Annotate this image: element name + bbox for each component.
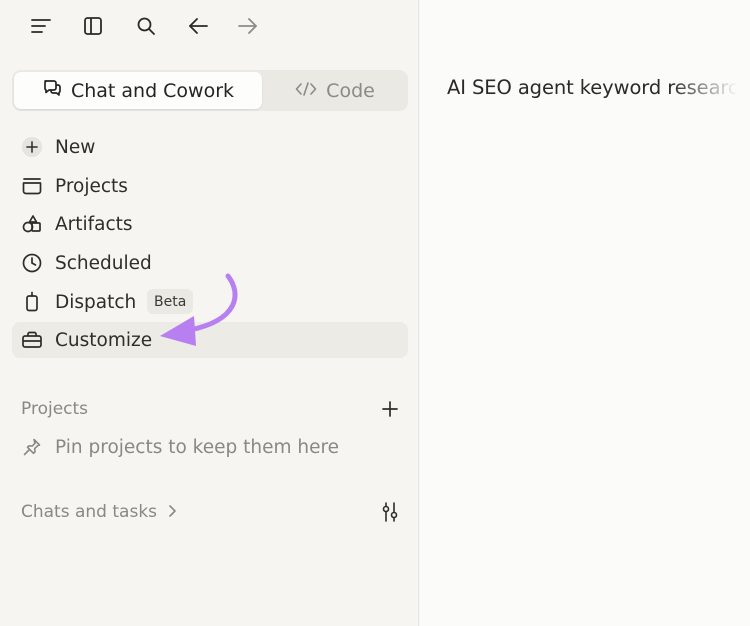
sidebar-item-dispatch[interactable]: Dispatch Beta (12, 284, 408, 320)
sidebar-item-label: Customize (55, 330, 153, 351)
code-icon (295, 80, 317, 102)
projects-empty-hint: Pin projects to keep them here (12, 429, 408, 465)
arrow-right-icon[interactable] (233, 11, 263, 41)
chevron-right-icon (167, 503, 177, 522)
chats-heading: Chats and tasks (21, 502, 158, 522)
tab-label: Code (326, 79, 375, 102)
title-fade (670, 60, 750, 120)
sidebar: Chat and Cowork Code New Projects Artifa… (0, 0, 419, 626)
briefcase-icon (21, 329, 43, 351)
chat-bubbles-icon (42, 78, 62, 103)
search-icon[interactable] (131, 11, 161, 41)
add-project-icon[interactable] (376, 395, 404, 423)
plus-circle-icon (21, 136, 43, 158)
device-icon (21, 291, 43, 313)
filter-sliders-icon[interactable] (376, 498, 404, 526)
mode-switch: Chat and Cowork Code (12, 70, 408, 111)
artifacts-icon (21, 213, 43, 235)
tab-label: Chat and Cowork (70, 79, 235, 102)
folder-icon (21, 175, 43, 197)
sidebar-item-label: Projects (55, 176, 128, 197)
sidebar-item-artifacts[interactable]: Artifacts (12, 206, 408, 242)
pin-icon (21, 436, 43, 458)
sidebar-toggle-icon[interactable] (78, 11, 108, 41)
sidebar-item-new[interactable]: New (12, 129, 408, 165)
projects-empty-text: Pin projects to keep them here (55, 437, 340, 458)
tab-code[interactable]: Code (264, 72, 406, 109)
clock-icon (21, 252, 43, 274)
menu-icon[interactable] (26, 11, 56, 41)
chats-and-tasks-toggle[interactable]: Chats and tasks (21, 502, 177, 522)
tab-chat-and-cowork[interactable]: Chat and Cowork (14, 72, 262, 109)
beta-badge: Beta (147, 289, 194, 314)
sidebar-item-label: New (55, 137, 96, 158)
sidebar-item-label: Dispatch (55, 292, 137, 313)
sidebar-item-scheduled[interactable]: Scheduled (12, 245, 408, 281)
arrow-left-icon[interactable] (183, 11, 213, 41)
sidebar-item-customize[interactable]: Customize (12, 322, 408, 358)
sidebar-item-projects[interactable]: Projects (12, 168, 408, 204)
projects-heading: Projects (21, 399, 89, 419)
main-content: AI SEO agent keyword research (420, 0, 750, 626)
sidebar-item-label: Scheduled (55, 253, 152, 274)
sidebar-item-label: Artifacts (55, 214, 133, 235)
